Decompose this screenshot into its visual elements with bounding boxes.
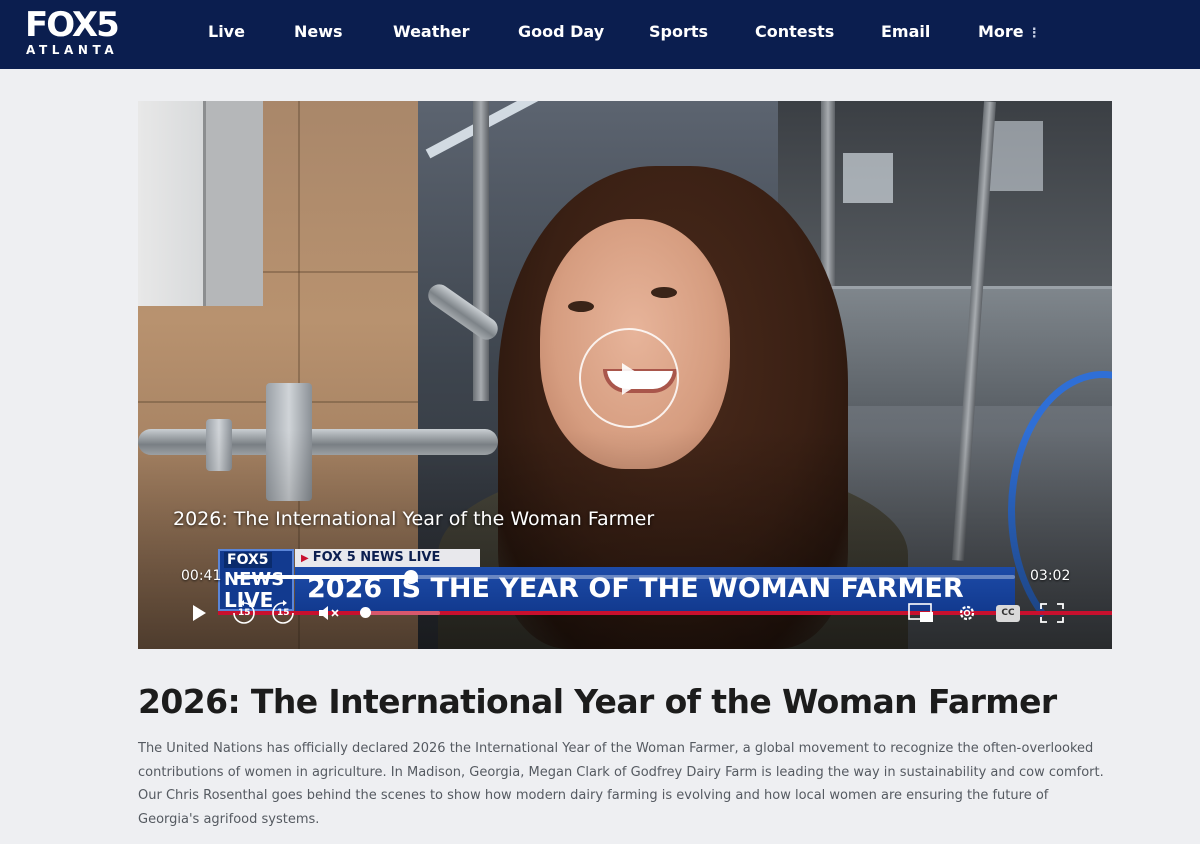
top-navigation-bar: FOX5 ATLANTA Live News Weather Good Day … — [0, 0, 1200, 69]
closed-captions-button[interactable]: CC — [995, 601, 1021, 625]
volume-slider[interactable] — [360, 607, 440, 618]
fullscreen-button[interactable] — [1039, 601, 1065, 625]
time-elapsed: 00:41 — [181, 568, 222, 584]
article-headline: 2026: The International Year of the Woma… — [138, 682, 1057, 721]
progress-scrubber[interactable] — [403, 570, 418, 584]
progress-bar[interactable] — [235, 570, 1015, 584]
play-icon — [193, 605, 206, 621]
play-button[interactable] — [188, 601, 210, 625]
mute-button[interactable] — [318, 601, 342, 625]
time-total: 03:02 — [1030, 568, 1071, 584]
nav-item-contests[interactable]: Contests — [755, 22, 834, 41]
article-summary: The United Nations has officially declar… — [138, 741, 1104, 827]
nav-item-live[interactable]: Live — [208, 22, 245, 41]
video-title-overlay: 2026: The International Year of the Woma… — [173, 508, 655, 530]
nav-item-email[interactable]: Email — [881, 22, 930, 41]
lower-third-tag: ▶ FOX 5 NEWS LIVE — [295, 549, 480, 567]
picture-in-picture-button[interactable] — [907, 601, 935, 625]
big-play-button[interactable] — [579, 328, 679, 428]
volume-knob[interactable] — [360, 607, 371, 618]
skip-forward-label: 15 — [277, 608, 290, 618]
nav-item-weather[interactable]: Weather — [393, 22, 470, 41]
mute-icon — [319, 606, 339, 620]
nav-item-good-day[interactable]: Good Day — [518, 22, 604, 41]
video-player[interactable]: FOX5 NEWS LIVE ▶ FOX 5 NEWS LIVE 2026 IS … — [138, 101, 1112, 649]
badge-news: NEWS — [224, 569, 285, 590]
closed-captions-icon: CC — [996, 604, 1020, 622]
nav-item-more[interactable]: More ⋮ — [978, 22, 1041, 41]
skip-back-label: 15 — [238, 608, 251, 618]
play-icon — [622, 363, 647, 395]
lower-third-tag-text: FOX 5 NEWS LIVE — [312, 550, 441, 565]
play-arrow-icon: ▶ — [301, 553, 309, 564]
nav-item-more-label: More — [978, 22, 1024, 41]
skip-back-button[interactable]: 15 — [231, 600, 257, 625]
progress-fill — [235, 575, 411, 579]
settings-icon — [959, 605, 975, 621]
badge-fox5: FOX5 — [224, 552, 272, 568]
more-dots-icon: ⋮ — [1027, 26, 1041, 41]
nav-item-news[interactable]: News — [294, 22, 343, 41]
skip-forward-button[interactable]: 15 — [270, 600, 296, 625]
logo-city: ATLANTA — [26, 43, 119, 57]
fullscreen-icon — [1040, 603, 1064, 623]
settings-button[interactable] — [954, 601, 980, 625]
logo-wordmark: FOX5 — [25, 5, 120, 45]
nav-item-sports[interactable]: Sports — [649, 22, 708, 41]
picture-in-picture-icon — [908, 603, 933, 622]
fox5-atlanta-logo[interactable]: FOX5 ATLANTA — [25, 5, 135, 59]
